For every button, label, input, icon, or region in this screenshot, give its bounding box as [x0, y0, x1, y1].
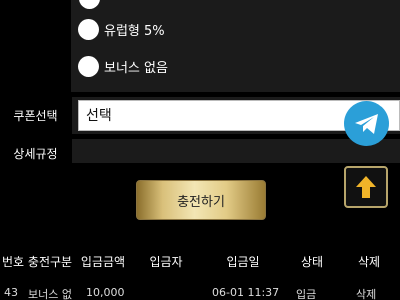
cell-date: 06-01 11:37 — [212, 286, 280, 299]
radio-circle[interactable] — [78, 18, 99, 40]
radio-option-no-bonus[interactable]: 보너스 없음 — [78, 54, 168, 78]
col-header-depositor: 입금자 — [149, 254, 183, 269]
col-header-delete: 삭제 — [357, 254, 381, 269]
details-field — [72, 139, 400, 163]
coupon-label: 쿠폰선택 — [13, 109, 58, 123]
col-header-date: 입금일 — [226, 254, 260, 269]
cell-status: 입금 — [296, 288, 317, 300]
col-header-amount: 입금금액 — [80, 254, 126, 269]
bonus-options-panel — [71, 0, 400, 92]
col-header-status: 상태 — [300, 254, 324, 269]
radio-label: 보너스 없음 — [104, 60, 168, 76]
table-header: 번호 충전구분 입금금액 입금자 입금일 상태 삭제 — [0, 242, 400, 280]
table-row: 43 보너스 없 10,000 06-01 11:37 입금 삭제 — [0, 284, 400, 300]
cell-amount: 10,000 — [86, 286, 125, 299]
radio-circle[interactable] — [78, 55, 99, 77]
cell-type: 보너스 없 — [28, 288, 72, 300]
telegram-button[interactable] — [344, 101, 389, 146]
arrow-up-icon — [356, 176, 376, 198]
col-header-no: 번호 — [1, 254, 25, 269]
telegram-icon — [354, 113, 378, 134]
col-header-type: 충전구분 — [27, 254, 73, 269]
details-label: 상세규정 — [13, 147, 58, 161]
radio-option-european[interactable]: 유럽형 5% — [78, 17, 165, 41]
radio-label: 유럽형 5% — [104, 23, 165, 39]
scroll-top-button[interactable] — [344, 166, 388, 208]
charge-button[interactable]: 충전하기 — [136, 180, 266, 220]
cell-no: 43 — [4, 286, 18, 299]
delete-button[interactable]: 삭제 — [356, 286, 376, 300]
